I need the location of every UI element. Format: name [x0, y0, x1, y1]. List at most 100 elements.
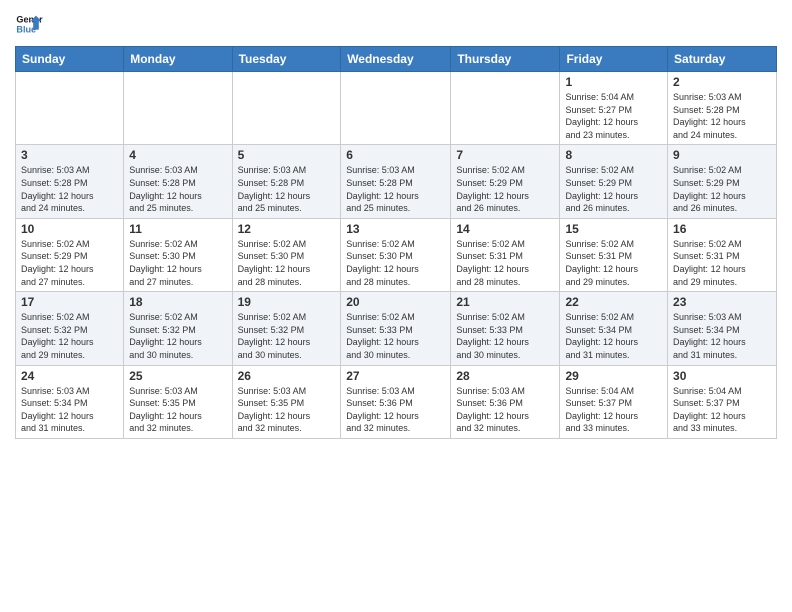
calendar-cell: 24 Sunrise: 5:03 AM Sunset: 5:34 PM Dayli… [16, 365, 124, 438]
calendar-cell: 6Sunrise: 5:03 AM Sunset: 5:28 PM Daylig… [341, 145, 451, 218]
svg-text:Blue: Blue [16, 24, 36, 34]
calendar-week-row: 1Sunrise: 5:04 AM Sunset: 5:27 PM Daylig… [16, 72, 777, 145]
calendar-cell [232, 72, 341, 145]
day-info: Sunrise: 5:02 AM Sunset: 5:32 PM Dayligh… [21, 311, 118, 361]
day-info: Sunrise: 5:02 AM Sunset: 5:29 PM Dayligh… [565, 164, 662, 214]
calendar-cell [341, 72, 451, 145]
calendar-cell [16, 72, 124, 145]
page: General Blue SundayMondayTuesdayWednesda… [0, 0, 792, 612]
calendar-week-row: 10 Sunrise: 5:02 AM Sunset: 5:29 PM Dayli… [16, 218, 777, 291]
calendar-cell: 18 Sunrise: 5:02 AM Sunset: 5:32 PM Dayli… [124, 292, 232, 365]
day-info: Sunrise: 5:02 AM Sunset: 5:31 PM Dayligh… [673, 238, 771, 288]
calendar-header-monday: Monday [124, 47, 232, 72]
day-number: 15 [565, 222, 662, 236]
calendar-cell: 4Sunrise: 5:03 AM Sunset: 5:28 PM Daylig… [124, 145, 232, 218]
header: General Blue [15, 10, 777, 38]
day-number: 17 [21, 295, 118, 309]
day-number: 18 [129, 295, 226, 309]
day-number: 2 [673, 75, 771, 89]
day-number: 7 [456, 148, 554, 162]
day-number: 28 [456, 369, 554, 383]
calendar-cell: 8 Sunrise: 5:02 AM Sunset: 5:29 PM Daylig… [560, 145, 668, 218]
day-number: 21 [456, 295, 554, 309]
calendar-cell: 11 Sunrise: 5:02 AM Sunset: 5:30 PM Dayli… [124, 218, 232, 291]
day-number: 5 [238, 148, 336, 162]
day-info: Sunrise: 5:02 AM Sunset: 5:30 PM Dayligh… [129, 238, 226, 288]
calendar-cell: 17 Sunrise: 5:02 AM Sunset: 5:32 PM Dayli… [16, 292, 124, 365]
day-info: Sunrise: 5:02 AM Sunset: 5:30 PM Dayligh… [238, 238, 336, 288]
calendar-header-saturday: Saturday [668, 47, 777, 72]
day-number: 25 [129, 369, 226, 383]
day-info: Sunrise: 5:02 AM Sunset: 5:29 PM Dayligh… [456, 164, 554, 214]
calendar-cell: 29Sunrise: 5:04 AM Sunset: 5:37 PM Dayli… [560, 365, 668, 438]
calendar-cell: 30 Sunrise: 5:04 AM Sunset: 5:37 PM Dayli… [668, 365, 777, 438]
day-info: Sunrise: 5:02 AM Sunset: 5:34 PM Dayligh… [565, 311, 662, 361]
calendar-cell: 2 Sunrise: 5:03 AM Sunset: 5:28 PM Daylig… [668, 72, 777, 145]
calendar-cell: 23 Sunrise: 5:03 AM Sunset: 5:34 PM Dayli… [668, 292, 777, 365]
day-number: 26 [238, 369, 336, 383]
day-info: Sunrise: 5:03 AM Sunset: 5:28 PM Dayligh… [238, 164, 336, 214]
calendar-week-row: 3 Sunrise: 5:03 AM Sunset: 5:28 PM Daylig… [16, 145, 777, 218]
day-number: 3 [21, 148, 118, 162]
day-info: Sunrise: 5:02 AM Sunset: 5:31 PM Dayligh… [456, 238, 554, 288]
day-info: Sunrise: 5:03 AM Sunset: 5:28 PM Dayligh… [673, 91, 771, 141]
calendar-cell: 1Sunrise: 5:04 AM Sunset: 5:27 PM Daylig… [560, 72, 668, 145]
calendar-cell: 15 Sunrise: 5:02 AM Sunset: 5:31 PM Dayli… [560, 218, 668, 291]
day-number: 11 [129, 222, 226, 236]
calendar-cell: 9 Sunrise: 5:02 AM Sunset: 5:29 PM Daylig… [668, 145, 777, 218]
calendar-cell: 13 Sunrise: 5:02 AM Sunset: 5:30 PM Dayli… [341, 218, 451, 291]
day-info: Sunrise: 5:03 AM Sunset: 5:36 PM Dayligh… [456, 385, 554, 435]
day-number: 16 [673, 222, 771, 236]
calendar-week-row: 17 Sunrise: 5:02 AM Sunset: 5:32 PM Dayli… [16, 292, 777, 365]
calendar-cell: 12 Sunrise: 5:02 AM Sunset: 5:30 PM Dayli… [232, 218, 341, 291]
day-info: Sunrise: 5:04 AM Sunset: 5:37 PM Dayligh… [673, 385, 771, 435]
day-number: 20 [346, 295, 445, 309]
calendar-header-row: SundayMondayTuesdayWednesdayThursdayFrid… [16, 47, 777, 72]
calendar-week-row: 24 Sunrise: 5:03 AM Sunset: 5:34 PM Dayli… [16, 365, 777, 438]
calendar-cell: 21 Sunrise: 5:02 AM Sunset: 5:33 PM Dayli… [451, 292, 560, 365]
day-number: 12 [238, 222, 336, 236]
logo: General Blue [15, 10, 45, 38]
day-number: 9 [673, 148, 771, 162]
calendar-cell: 22Sunrise: 5:02 AM Sunset: 5:34 PM Dayli… [560, 292, 668, 365]
day-info: Sunrise: 5:03 AM Sunset: 5:28 PM Dayligh… [346, 164, 445, 214]
calendar-cell: 5 Sunrise: 5:03 AM Sunset: 5:28 PM Daylig… [232, 145, 341, 218]
calendar-header-tuesday: Tuesday [232, 47, 341, 72]
day-number: 27 [346, 369, 445, 383]
calendar-cell: 26Sunrise: 5:03 AM Sunset: 5:35 PM Dayli… [232, 365, 341, 438]
calendar-cell: 14 Sunrise: 5:02 AM Sunset: 5:31 PM Dayli… [451, 218, 560, 291]
day-number: 14 [456, 222, 554, 236]
day-info: Sunrise: 5:03 AM Sunset: 5:34 PM Dayligh… [673, 311, 771, 361]
day-number: 8 [565, 148, 662, 162]
day-info: Sunrise: 5:03 AM Sunset: 5:28 PM Dayligh… [129, 164, 226, 214]
day-number: 10 [21, 222, 118, 236]
day-number: 30 [673, 369, 771, 383]
day-info: Sunrise: 5:02 AM Sunset: 5:32 PM Dayligh… [238, 311, 336, 361]
calendar-cell: 10 Sunrise: 5:02 AM Sunset: 5:29 PM Dayli… [16, 218, 124, 291]
calendar-cell [451, 72, 560, 145]
day-info: Sunrise: 5:02 AM Sunset: 5:29 PM Dayligh… [673, 164, 771, 214]
calendar-cell: 19 Sunrise: 5:02 AM Sunset: 5:32 PM Dayli… [232, 292, 341, 365]
calendar-cell: 27 Sunrise: 5:03 AM Sunset: 5:36 PM Dayli… [341, 365, 451, 438]
day-info: Sunrise: 5:03 AM Sunset: 5:34 PM Dayligh… [21, 385, 118, 435]
day-number: 24 [21, 369, 118, 383]
calendar-header-sunday: Sunday [16, 47, 124, 72]
day-info: Sunrise: 5:02 AM Sunset: 5:30 PM Dayligh… [346, 238, 445, 288]
calendar-table: SundayMondayTuesdayWednesdayThursdayFrid… [15, 46, 777, 439]
calendar-cell: 16 Sunrise: 5:02 AM Sunset: 5:31 PM Dayli… [668, 218, 777, 291]
day-info: Sunrise: 5:02 AM Sunset: 5:29 PM Dayligh… [21, 238, 118, 288]
calendar-header-friday: Friday [560, 47, 668, 72]
day-info: Sunrise: 5:03 AM Sunset: 5:28 PM Dayligh… [21, 164, 118, 214]
day-info: Sunrise: 5:02 AM Sunset: 5:33 PM Dayligh… [456, 311, 554, 361]
day-info: Sunrise: 5:03 AM Sunset: 5:36 PM Dayligh… [346, 385, 445, 435]
day-info: Sunrise: 5:03 AM Sunset: 5:35 PM Dayligh… [129, 385, 226, 435]
calendar-header-wednesday: Wednesday [341, 47, 451, 72]
calendar-cell: 3 Sunrise: 5:03 AM Sunset: 5:28 PM Daylig… [16, 145, 124, 218]
day-number: 23 [673, 295, 771, 309]
day-info: Sunrise: 5:02 AM Sunset: 5:31 PM Dayligh… [565, 238, 662, 288]
day-info: Sunrise: 5:02 AM Sunset: 5:32 PM Dayligh… [129, 311, 226, 361]
day-number: 19 [238, 295, 336, 309]
calendar-cell: 25 Sunrise: 5:03 AM Sunset: 5:35 PM Dayli… [124, 365, 232, 438]
day-number: 13 [346, 222, 445, 236]
calendar-header-thursday: Thursday [451, 47, 560, 72]
